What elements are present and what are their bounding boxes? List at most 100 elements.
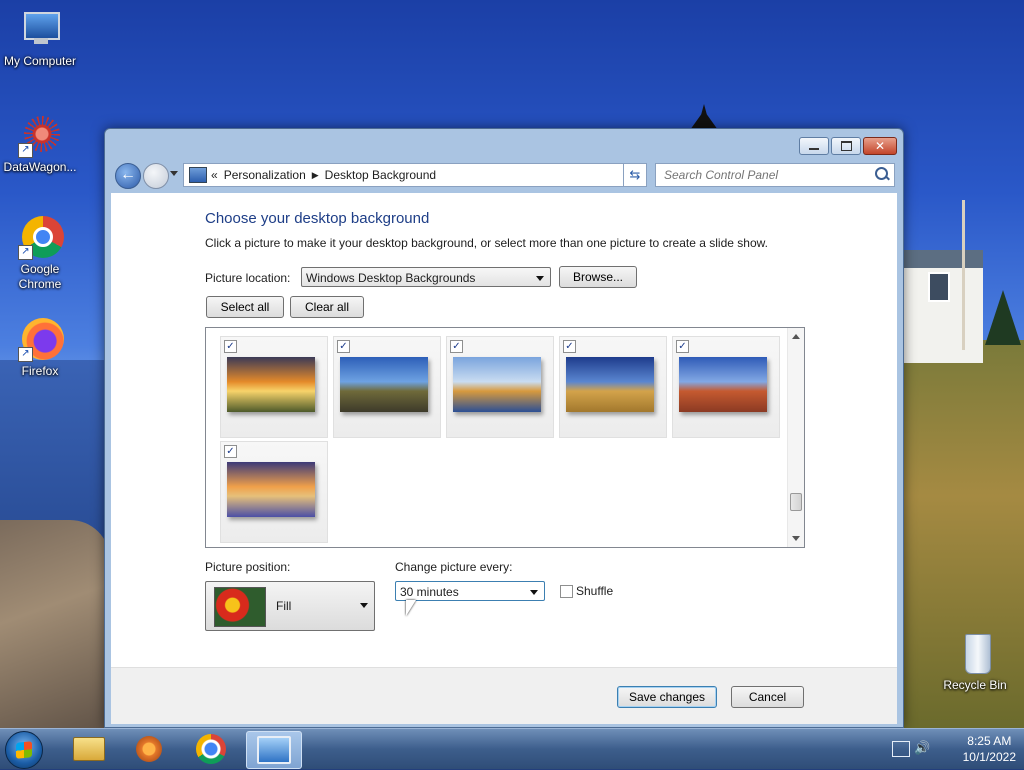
breadcrumb-personalization[interactable]: Personalization xyxy=(224,168,306,182)
back-button[interactable]: ← xyxy=(115,163,141,189)
page-title: Choose your desktop background xyxy=(205,210,430,227)
picture-checkbox[interactable]: ✓ xyxy=(337,340,350,353)
clear-all-button[interactable]: Clear all xyxy=(290,296,364,318)
mouse-cursor-icon xyxy=(406,600,416,616)
picture-checkbox[interactable]: ✓ xyxy=(450,340,463,353)
picture-gallery[interactable]: ✓ ✓ ✓ ✓ ✓ ✓ xyxy=(205,327,805,548)
wallpaper-spire xyxy=(690,104,718,130)
picture-thumbnail[interactable] xyxy=(340,357,428,412)
address-prefix[interactable]: « xyxy=(211,168,218,182)
gallery-scrollbar[interactable] xyxy=(787,328,804,547)
browse-button[interactable]: Browse... xyxy=(559,266,637,288)
chrome-icon: ↗ xyxy=(18,216,64,260)
search-input[interactable] xyxy=(662,164,866,186)
taskbar-explorer[interactable] xyxy=(62,731,116,767)
picture-location-label: Picture location: xyxy=(205,271,291,285)
media-player-icon xyxy=(136,736,162,762)
control-panel-window: ✕ ← « Personalization ▶ Desktop Backgrou… xyxy=(104,128,904,728)
wallpaper-tree xyxy=(985,290,1021,345)
dialog-footer: Save changes Cancel xyxy=(111,667,897,724)
shuffle-checkbox[interactable] xyxy=(560,585,573,598)
chevron-down-icon xyxy=(360,603,368,608)
picture-location-select[interactable]: Windows Desktop Backgrounds xyxy=(301,267,551,287)
taskbar-chrome[interactable] xyxy=(184,731,238,767)
picture-tile[interactable]: ✓ xyxy=(672,336,780,438)
shortcut-arrow-icon: ↗ xyxy=(18,143,33,158)
chevron-down-icon xyxy=(530,590,538,595)
address-bar[interactable]: « Personalization ▶ Desktop Background xyxy=(183,163,647,187)
desktop-icon-label: My Computer xyxy=(3,54,77,68)
computer-icon xyxy=(18,8,62,52)
close-icon: ✕ xyxy=(874,139,886,153)
shuffle-label[interactable]: Shuffle xyxy=(576,584,613,598)
window-caption-buttons: ✕ xyxy=(799,137,897,155)
desktop-icon-firefox[interactable]: ↗ Firefox xyxy=(0,318,80,379)
picture-checkbox[interactable]: ✓ xyxy=(224,445,237,458)
desktop-icon-label: Google Chrome xyxy=(18,262,62,291)
picture-position-select[interactable]: Fill xyxy=(205,581,375,631)
wallpaper-house-window xyxy=(928,272,950,302)
picture-tile[interactable]: ✓ xyxy=(220,336,328,438)
scrollbar-thumb[interactable] xyxy=(790,493,802,511)
windows-logo-icon xyxy=(16,741,32,759)
forward-button[interactable] xyxy=(143,163,169,189)
desktop-icon-recycle-bin[interactable]: Recycle Bin xyxy=(935,632,1015,693)
refresh-icon: ⇆ xyxy=(629,167,641,182)
wallpaper-rocks xyxy=(0,520,110,740)
picture-checkbox[interactable]: ✓ xyxy=(676,340,689,353)
maximize-button[interactable] xyxy=(831,137,861,155)
clock-date: 10/1/2022 xyxy=(962,750,1016,764)
search-icon[interactable] xyxy=(875,167,888,180)
maximize-icon xyxy=(840,141,852,151)
clock[interactable]: 8:25 AM 10/1/2022 xyxy=(963,733,1016,765)
refresh-button[interactable]: ⇆ xyxy=(623,163,647,187)
content-pane: Choose your desktop background Click a p… xyxy=(111,193,897,667)
picture-thumbnail[interactable] xyxy=(679,357,767,412)
picture-thumbnail[interactable] xyxy=(453,357,541,412)
picture-thumbnail[interactable] xyxy=(227,462,315,517)
chevron-down-icon xyxy=(536,276,544,281)
picture-location-value: Windows Desktop Backgrounds xyxy=(306,271,476,285)
scroll-up-icon[interactable] xyxy=(792,334,800,339)
picture-position-label: Picture position: xyxy=(205,560,291,574)
recent-pages-dropdown[interactable] xyxy=(170,171,178,176)
control-panel-icon xyxy=(189,167,207,183)
breadcrumb-separator-icon[interactable]: ▶ xyxy=(312,170,319,181)
chrome-icon xyxy=(196,734,226,764)
desktop-icon-google-chrome[interactable]: ↗ Google Chrome xyxy=(0,216,80,292)
taskbar-control-panel[interactable] xyxy=(246,731,302,769)
picture-tile[interactable]: ✓ xyxy=(333,336,441,438)
change-picture-interval-select[interactable]: 30 minutes xyxy=(395,581,545,601)
picture-tile[interactable]: ✓ xyxy=(559,336,667,438)
desktop-icon-my-computer[interactable]: My Computer xyxy=(0,8,80,69)
taskbar: 🔊 8:25 AM 10/1/2022 xyxy=(0,728,1024,769)
scroll-down-icon[interactable] xyxy=(792,536,800,541)
shortcut-arrow-icon: ↗ xyxy=(18,245,33,260)
datawagon-icon: ↗ xyxy=(18,114,62,158)
start-button[interactable] xyxy=(5,731,43,769)
network-icon[interactable] xyxy=(892,741,910,757)
volume-icon[interactable]: 🔊 xyxy=(914,741,930,755)
select-all-button[interactable]: Select all xyxy=(206,296,284,318)
picture-tile[interactable]: ✓ xyxy=(446,336,554,438)
picture-thumbnail[interactable] xyxy=(566,357,654,412)
picture-checkbox[interactable]: ✓ xyxy=(563,340,576,353)
picture-position-value: Fill xyxy=(276,599,292,613)
picture-checkbox[interactable]: ✓ xyxy=(224,340,237,353)
minimize-icon xyxy=(809,148,819,150)
taskbar-media-player[interactable] xyxy=(122,731,176,767)
desktop-icon-datawagon[interactable]: ↗ DataWagon... xyxy=(0,114,80,175)
desktop-icon-label: Firefox xyxy=(21,364,59,378)
breadcrumb-desktop-background[interactable]: Desktop Background xyxy=(325,168,436,182)
clock-time: 8:25 AM xyxy=(967,734,1012,748)
picture-thumbnail[interactable] xyxy=(227,357,315,412)
page-description: Click a picture to make it your desktop … xyxy=(205,236,768,250)
folder-icon xyxy=(73,737,105,761)
close-button[interactable]: ✕ xyxy=(863,137,897,155)
minimize-button[interactable] xyxy=(799,137,829,155)
wallpaper-house xyxy=(903,250,983,363)
save-changes-button[interactable]: Save changes xyxy=(617,686,717,708)
picture-tile[interactable]: ✓ xyxy=(220,441,328,543)
cancel-button[interactable]: Cancel xyxy=(731,686,804,708)
recycle-bin-icon xyxy=(953,632,997,676)
